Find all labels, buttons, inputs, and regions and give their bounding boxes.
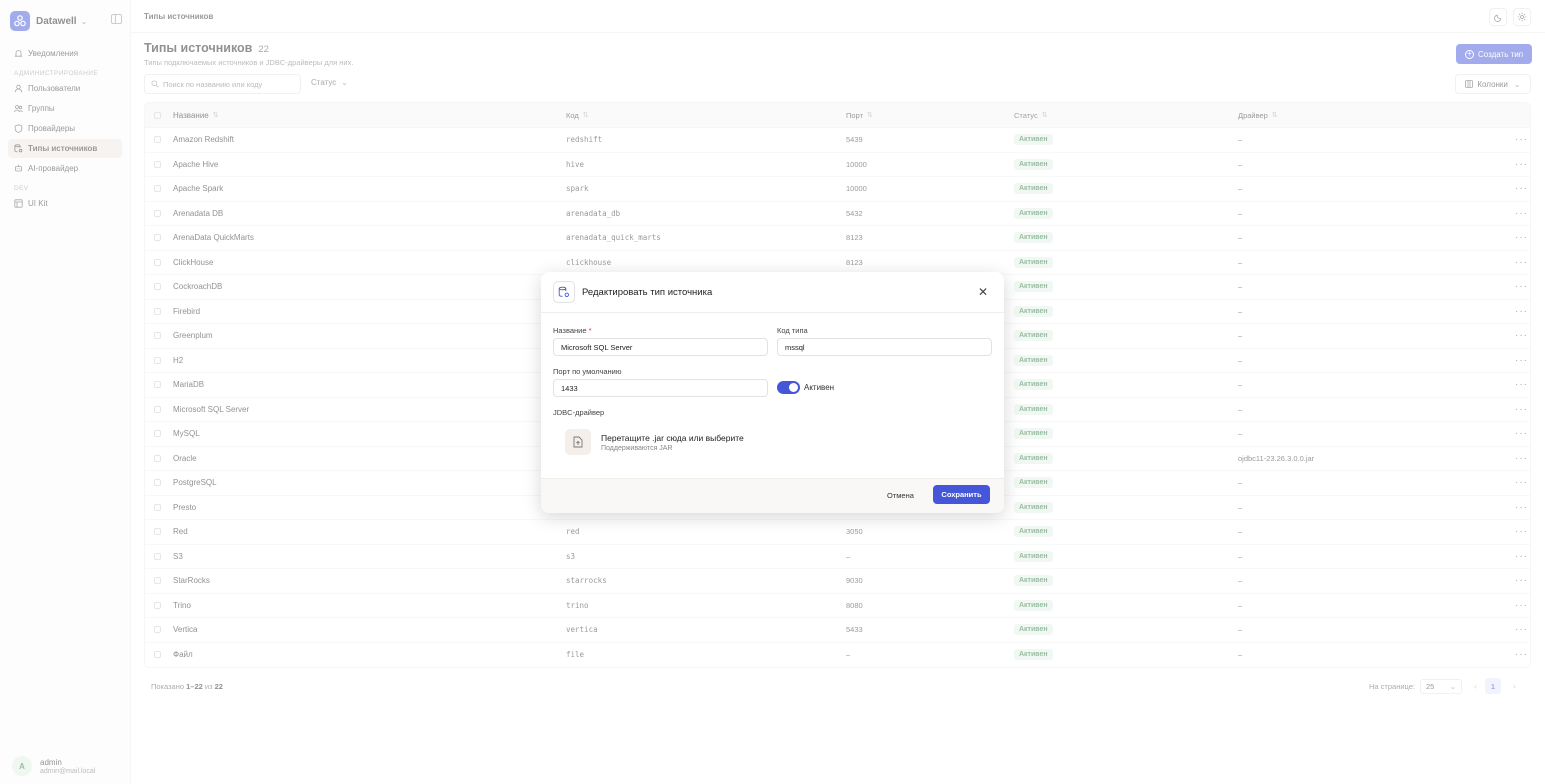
code-field[interactable] [777,338,992,356]
dialog-title: Редактировать тип источника [582,286,713,298]
dialog-header: Редактировать тип источника ✕ [541,272,1004,313]
active-toggle-label: Активен [804,383,835,392]
required-mark: * [588,326,592,335]
name-label: Название * [553,326,592,335]
cancel-button[interactable]: Отмена [887,491,914,500]
dropzone-title: Перетащите .jar сюда или выберите [601,432,744,443]
active-toggle[interactable] [777,381,800,394]
dropzone-subtitle: Поддерживаются JAR [601,444,673,452]
close-icon[interactable]: ✕ [978,286,988,298]
port-label: Порт по умолчанию [553,367,622,376]
file-upload-icon [565,429,591,455]
name-field[interactable] [553,338,768,356]
port-input[interactable] [561,383,767,393]
dialog-footer: Отмена Сохранить [541,478,1004,513]
save-button[interactable]: Сохранить [933,485,990,504]
jar-dropzone[interactable]: Перетащите .jar сюда или выберите Поддер… [565,429,744,455]
code-label: Код типа [777,326,808,335]
driver-label: JDBC-драйвер [553,408,605,417]
edit-source-type-dialog: Редактировать тип источника ✕ Название *… [541,272,1004,513]
name-input[interactable] [561,342,767,352]
name-label-text: Название [553,326,587,335]
port-field[interactable] [553,379,768,397]
database-gear-icon [553,281,575,303]
code-input[interactable] [785,342,991,352]
